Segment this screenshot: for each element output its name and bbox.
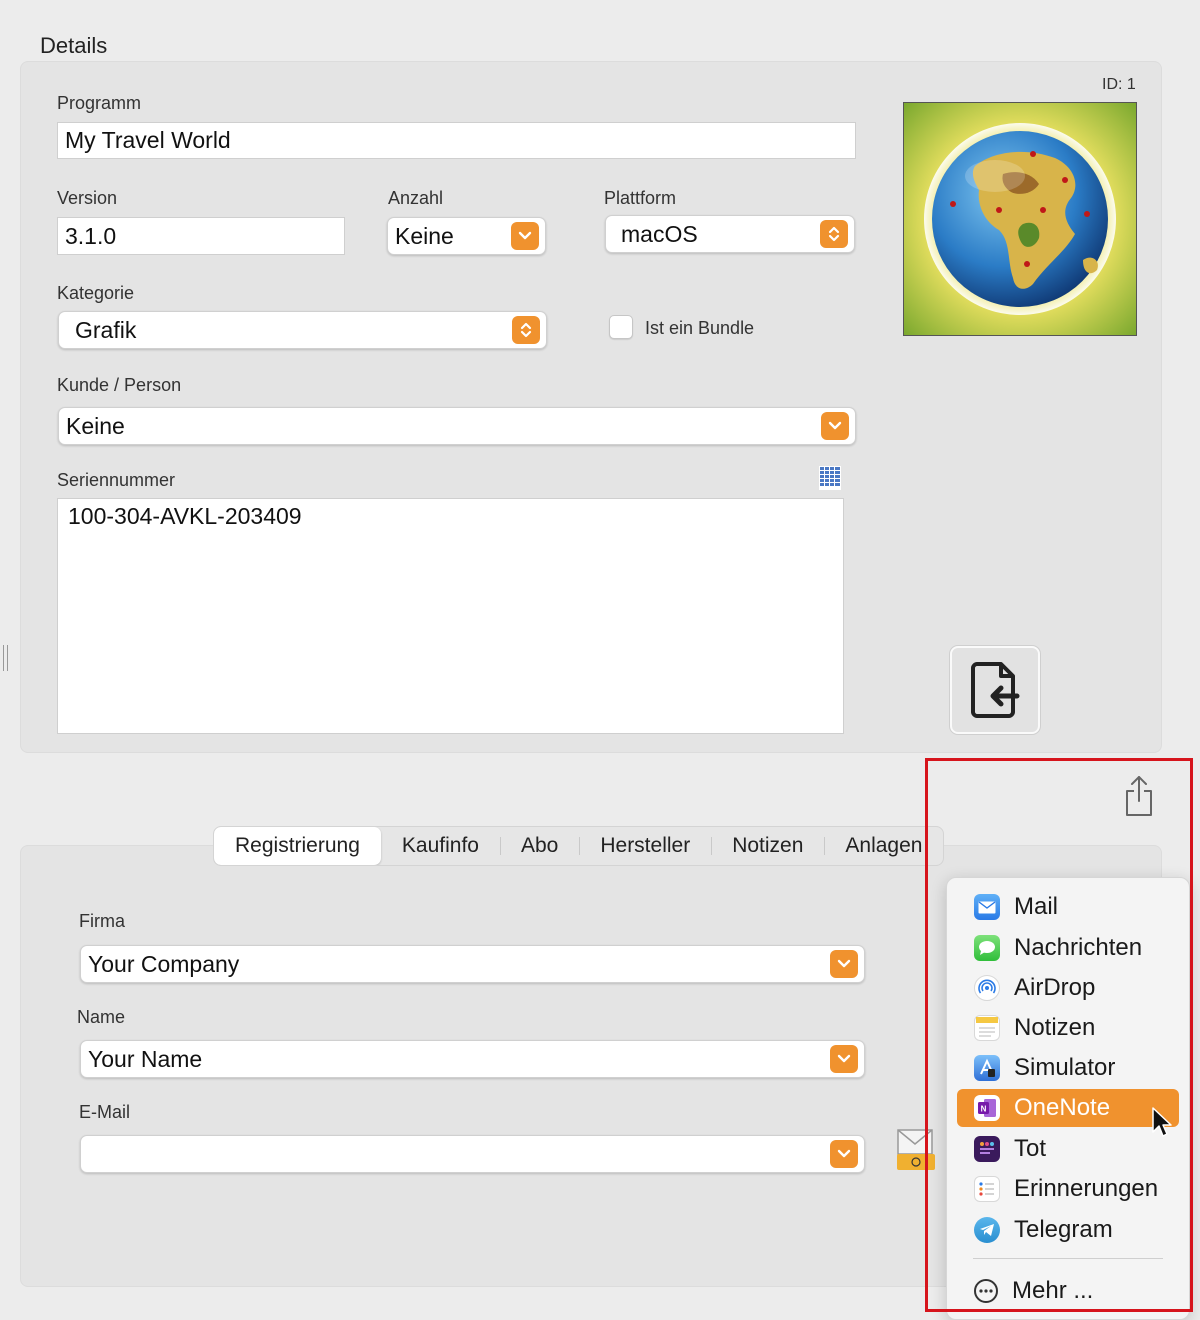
customer-value: Keine xyxy=(66,412,125,439)
company-value: Your Company xyxy=(88,950,240,977)
tab-notizen[interactable]: Notizen xyxy=(711,827,824,865)
tab-registrierung[interactable]: Registrierung xyxy=(214,827,381,865)
tab-bar: Registrierung Kaufinfo Abo Hersteller No… xyxy=(213,826,945,866)
category-value: Grafik xyxy=(75,316,137,343)
serial-textarea[interactable]: 100-304-AVKL-203409 xyxy=(57,498,844,734)
chevron-down-icon[interactable] xyxy=(830,1140,858,1168)
email-label: E-Mail xyxy=(79,1102,131,1122)
tab-abo[interactable]: Abo xyxy=(499,827,579,865)
name-label: Name xyxy=(77,1007,126,1027)
platform-value: macOS xyxy=(621,220,698,247)
company-combobox[interactable]: Your Company xyxy=(80,945,865,983)
customer-label: Kunde / Person xyxy=(57,375,182,395)
details-title: Details xyxy=(40,33,108,58)
import-file-button[interactable] xyxy=(950,646,1040,734)
serial-value: 100-304-AVKL-203409 xyxy=(68,503,302,529)
customer-combobox[interactable]: Keine xyxy=(58,407,856,445)
count-value: Keine xyxy=(395,222,454,249)
version-label: Version xyxy=(57,188,118,208)
file-import-icon xyxy=(971,662,1020,718)
count-label: Anzahl xyxy=(388,188,444,208)
email-combobox[interactable] xyxy=(80,1135,865,1173)
count-combobox[interactable]: Keine xyxy=(387,217,546,255)
program-field[interactable]: My Travel World xyxy=(57,122,856,159)
serial-label: Seriennummer xyxy=(57,470,176,490)
company-label: Firma xyxy=(79,911,125,931)
highlight-box xyxy=(925,758,1193,1312)
chevron-down-icon[interactable] xyxy=(830,1045,858,1073)
name-combobox[interactable]: Your Name xyxy=(80,1040,865,1078)
tab-kaufinfo[interactable]: Kaufinfo xyxy=(381,827,500,865)
app-icon-image[interactable] xyxy=(903,102,1137,336)
name-value: Your Name xyxy=(88,1045,203,1072)
globe-icon xyxy=(924,123,1116,315)
grid-icon[interactable] xyxy=(819,466,841,495)
version-field[interactable]: 3.1.0 xyxy=(57,217,345,255)
split-handle[interactable] xyxy=(3,645,8,671)
platform-label: Plattform xyxy=(604,188,677,208)
program-label: Programm xyxy=(57,93,142,113)
category-label: Kategorie xyxy=(57,283,135,303)
bundle-label: Ist ein Bundle xyxy=(645,318,755,338)
category-popup[interactable]: Grafik xyxy=(58,311,547,349)
up-down-arrows-icon xyxy=(512,316,540,344)
tab-hersteller[interactable]: Hersteller xyxy=(579,827,711,865)
bundle-checkbox[interactable] xyxy=(609,315,633,339)
chevron-down-icon[interactable] xyxy=(830,950,858,978)
id-label: ID: 1 xyxy=(1102,76,1136,93)
platform-popup[interactable]: macOS xyxy=(605,215,855,253)
up-down-arrows-icon xyxy=(820,220,848,248)
chevron-down-icon[interactable] xyxy=(511,222,539,250)
chevron-down-icon[interactable] xyxy=(821,412,849,440)
